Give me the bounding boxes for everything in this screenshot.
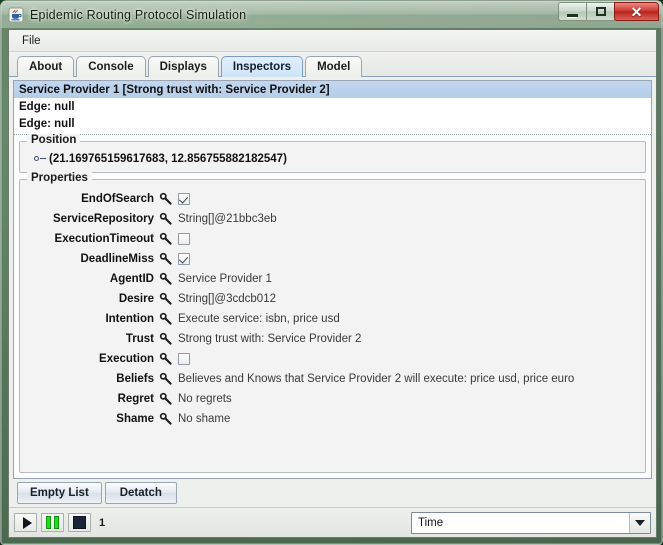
- property-checkbox[interactable]: [178, 253, 190, 265]
- wrench-icon[interactable]: [159, 212, 173, 226]
- position-value: (21.169765159617683, 12.856755882182547): [49, 153, 287, 165]
- tree-expand-icon[interactable]: [34, 154, 47, 164]
- properties-group-title: Properties: [27, 172, 92, 184]
- wrench-icon[interactable]: [159, 412, 173, 426]
- position-group: Position (21.169765159617683, 12.8567558…: [19, 134, 646, 173]
- property-label: ExecutionTimeout: [54, 233, 154, 245]
- tab-inspectors[interactable]: Inspectors: [220, 56, 304, 77]
- properties-group: Properties EndOfSearch ServiceRepository S…: [19, 172, 646, 473]
- inspected-object-list: Service Provider 1 [Strong trust with: S…: [14, 81, 651, 135]
- chevron-down-icon[interactable]: [629, 512, 650, 533]
- property-checkbox[interactable]: [178, 233, 190, 245]
- tab-bar: About Console Displays Inspectors Model: [9, 52, 656, 77]
- property-checkbox[interactable]: [178, 353, 190, 365]
- wrench-icon[interactable]: [159, 372, 173, 386]
- pause-icon: [46, 516, 59, 529]
- title-bar[interactable]: Epidemic Routing Protocol Simulation ✕: [1, 1, 662, 28]
- property-label: Regret: [117, 393, 154, 405]
- wrench-icon[interactable]: [159, 232, 173, 246]
- property-row: ExecutionTimeout: [24, 229, 641, 249]
- properties-rows: EndOfSearch ServiceRepository String[]@21b…: [24, 189, 641, 429]
- wrench-icon[interactable]: [159, 252, 173, 266]
- property-value: No shame: [178, 413, 231, 425]
- property-value: Execute service: isbn, price usd: [178, 313, 340, 325]
- wrench-icon[interactable]: [159, 292, 173, 306]
- menu-item-file[interactable]: File: [16, 33, 47, 49]
- property-label: DeadlineMiss: [80, 253, 155, 265]
- wrench-icon[interactable]: [159, 392, 173, 406]
- wrench-icon[interactable]: [159, 272, 173, 286]
- property-value: No regrets: [178, 393, 232, 405]
- empty-list-button[interactable]: Empty List: [17, 482, 102, 504]
- close-button[interactable]: ✕: [614, 2, 659, 21]
- java-coffee-cup-icon: [8, 7, 24, 23]
- menu-bar: File: [9, 30, 656, 52]
- minimize-icon: [567, 13, 578, 17]
- property-row: ServiceRepository String[]@21bbc3eb: [24, 209, 641, 229]
- inspector-scroll-area: Service Provider 1 [Strong trust with: S…: [13, 80, 652, 479]
- pause-button[interactable]: [41, 513, 64, 532]
- play-button[interactable]: [14, 513, 37, 532]
- property-label: Trust: [125, 333, 154, 345]
- property-row: EndOfSearch: [24, 189, 641, 209]
- inspector-button-bar: Empty List Detatch: [13, 479, 652, 507]
- property-label: ServiceRepository: [53, 213, 154, 225]
- position-group-title: Position: [27, 134, 81, 146]
- property-value: String[]@3cdcb012: [178, 293, 276, 305]
- tab-model[interactable]: Model: [305, 56, 363, 77]
- list-item[interactable]: Service Provider 1 [Strong trust with: S…: [14, 81, 651, 98]
- stop-icon: [73, 516, 86, 529]
- detach-button[interactable]: Detatch: [104, 482, 177, 504]
- stop-button[interactable]: [68, 513, 91, 532]
- tab-console[interactable]: Console: [76, 56, 146, 77]
- property-row: DeadlineMiss: [24, 249, 641, 269]
- application-window: Epidemic Routing Protocol Simulation ✕ F…: [0, 0, 663, 545]
- minimize-button[interactable]: [558, 2, 587, 21]
- play-icon: [22, 516, 32, 529]
- wrench-icon[interactable]: [159, 192, 173, 206]
- property-row: Desire String[]@3cdcb012: [24, 289, 641, 309]
- time-dropdown[interactable]: Time: [411, 511, 651, 534]
- window-title: Epidemic Routing Protocol Simulation: [30, 7, 247, 22]
- property-value: Service Provider 1: [178, 273, 272, 285]
- property-label: Beliefs: [116, 373, 154, 385]
- property-checkbox[interactable]: [178, 193, 190, 205]
- property-row: Execution: [24, 349, 641, 369]
- time-dropdown-label: Time: [418, 516, 444, 529]
- wrench-icon[interactable]: [159, 332, 173, 346]
- status-bar: 1 Time: [9, 507, 656, 537]
- maximize-icon: [595, 7, 606, 16]
- window-controls: ✕: [558, 2, 659, 21]
- close-icon: ✕: [630, 3, 643, 20]
- property-label: AgentID: [109, 273, 154, 285]
- property-row: Regret No regrets: [24, 389, 641, 409]
- property-row: Intention Execute service: isbn, price us…: [24, 309, 641, 329]
- property-row: Trust Strong trust with: Service Provider…: [24, 329, 641, 349]
- property-value: Strong trust with: Service Provider 2: [178, 333, 362, 345]
- wrench-icon[interactable]: [159, 352, 173, 366]
- wrench-icon[interactable]: [159, 312, 173, 326]
- position-tree-node[interactable]: (21.169765159617683, 12.856755882182547): [24, 151, 641, 167]
- maximize-button[interactable]: [586, 2, 615, 21]
- property-value: String[]@21bbc3eb: [178, 213, 277, 225]
- property-label: Desire: [118, 293, 154, 305]
- property-row: Beliefs Believes and Knows that Service P…: [24, 369, 641, 389]
- list-item[interactable]: Edge: null: [14, 115, 651, 132]
- tab-displays[interactable]: Displays: [147, 56, 219, 77]
- property-label: Shame: [116, 413, 154, 425]
- list-item[interactable]: Edge: null: [14, 98, 651, 115]
- inspector-panel: Service Provider 1 [Strong trust with: S…: [9, 77, 656, 507]
- step-counter: 1: [99, 516, 106, 529]
- tab-about[interactable]: About: [17, 56, 75, 77]
- client-area: File About Console Displays Inspectors M…: [8, 29, 657, 538]
- property-row: AgentID Service Provider 1: [24, 269, 641, 289]
- property-row: Shame No shame: [24, 409, 641, 429]
- property-label: EndOfSearch: [81, 193, 154, 205]
- property-label: Intention: [105, 313, 154, 325]
- property-label: Execution: [99, 353, 154, 365]
- property-value: Believes and Knows that Service Provider…: [178, 373, 575, 385]
